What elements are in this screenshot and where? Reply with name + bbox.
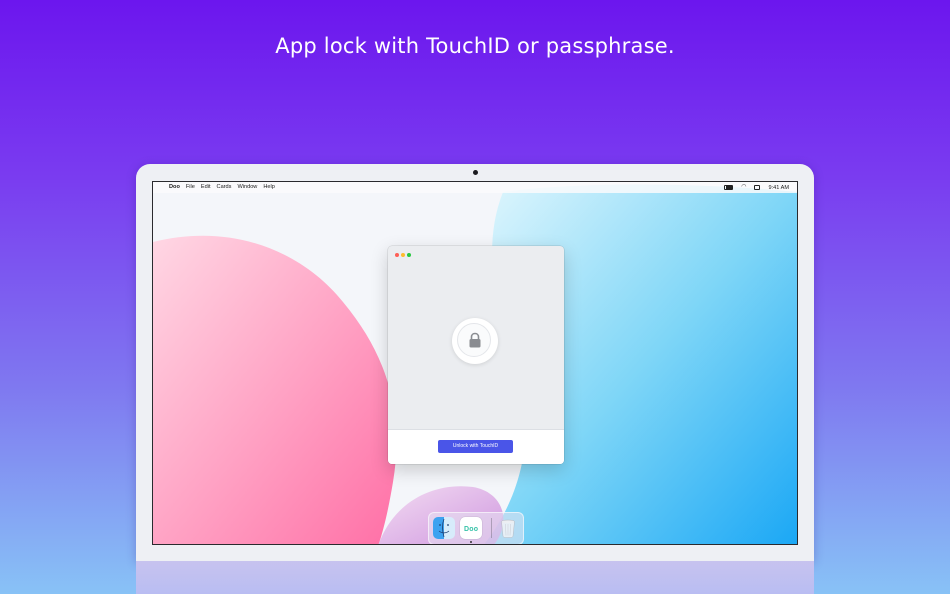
menu-app-name[interactable]: Doo <box>169 182 180 193</box>
control-center-icon[interactable] <box>754 185 761 190</box>
unlock-with-touchid-button[interactable]: Unlock with TouchID <box>438 440 513 453</box>
minimize-window-button[interactable] <box>401 253 405 257</box>
imac-chin <box>136 561 814 594</box>
window-footer: Unlock with TouchID <box>388 429 564 464</box>
zoom-window-button[interactable] <box>407 253 411 257</box>
camera-icon <box>473 170 478 175</box>
trash-icon[interactable] <box>497 517 519 539</box>
menu-window[interactable]: Window <box>237 182 257 193</box>
running-indicator <box>470 541 472 543</box>
menu-help[interactable]: Help <box>263 182 275 193</box>
desktop-screen: Doo File Edit Cards Window Help ◠ 9:41 A… <box>152 181 798 545</box>
menu-cards[interactable]: Cards <box>217 182 232 193</box>
menu-edit[interactable]: Edit <box>201 182 211 193</box>
app-lock-window: Unlock with TouchID <box>388 246 564 464</box>
headline: App lock with TouchID or passphrase. <box>275 34 675 58</box>
lock-badge <box>452 318 498 364</box>
doo-app-icon[interactable]: Doo <box>460 517 482 539</box>
battery-icon[interactable] <box>724 184 734 191</box>
finder-icon[interactable] <box>433 517 455 539</box>
doo-app-label: Doo <box>464 526 479 533</box>
lock-icon <box>469 332 481 348</box>
menu-clock[interactable]: 9:41 AM <box>768 185 789 191</box>
dock: Doo <box>428 512 524 544</box>
wifi-icon[interactable]: ◠ <box>741 182 746 193</box>
dock-separator <box>491 518 492 538</box>
menu-file[interactable]: File <box>186 182 195 193</box>
close-window-button[interactable] <box>395 253 399 257</box>
menu-bar: Doo File Edit Cards Window Help ◠ 9:41 A… <box>153 182 797 193</box>
